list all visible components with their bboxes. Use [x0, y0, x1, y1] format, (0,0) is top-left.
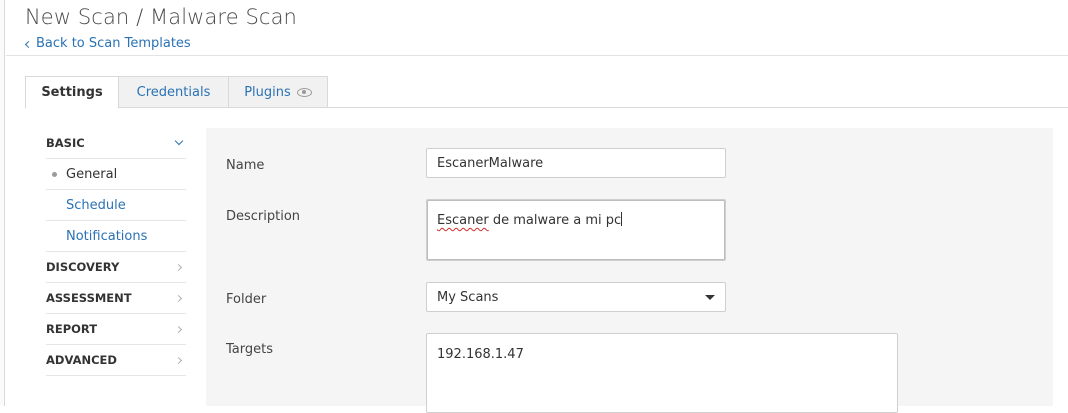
- eye-icon: [296, 87, 312, 97]
- folder-label: Folder: [226, 292, 267, 307]
- sidebar-item-general[interactable]: General: [46, 159, 186, 190]
- targets-value: 192.168.1.47: [437, 347, 524, 362]
- sidebar-item-label: Notifications: [66, 228, 148, 244]
- name-input[interactable]: EscanerMalware: [426, 148, 726, 178]
- chevron-right-icon: [174, 325, 183, 333]
- tab-settings-label: Settings: [41, 85, 103, 100]
- name-input-value: EscanerMalware: [437, 155, 544, 171]
- tab-credentials[interactable]: Credentials: [118, 76, 229, 108]
- chevron-right-icon: [174, 263, 183, 271]
- sidebar-item-notifications[interactable]: Notifications: [46, 221, 186, 252]
- chevron-left-icon: [24, 40, 33, 48]
- misspelled-word: Escaner: [437, 213, 489, 228]
- targets-label: Targets: [226, 342, 273, 357]
- description-label: Description: [226, 209, 301, 224]
- caret-down-icon: [705, 294, 715, 300]
- description-text: de malware a mi pc: [488, 213, 622, 228]
- name-label: Name: [226, 158, 265, 173]
- targets-textarea[interactable]: 192.168.1.47: [426, 333, 898, 413]
- sidebar-section-label: BASIC: [46, 136, 85, 150]
- sidebar-section-basic[interactable]: BASIC: [46, 128, 186, 159]
- tab-plugins[interactable]: Plugins: [228, 76, 328, 108]
- tab-plugins-label: Plugins: [244, 84, 291, 100]
- sidebar-item-schedule[interactable]: Schedule: [46, 190, 186, 221]
- chevron-right-icon: [174, 294, 183, 302]
- tab-bar: Settings Credentials Plugins: [25, 76, 328, 109]
- sidebar-section-label: ASSESSMENT: [46, 291, 132, 305]
- page-title: New Scan / Malware Scan: [25, 5, 297, 29]
- sidebar-section-advanced[interactable]: ADVANCED: [46, 345, 186, 376]
- description-textarea[interactable]: Escaner de malware a mi pc: [426, 199, 726, 261]
- sidebar-section-assessment[interactable]: ASSESSMENT: [46, 283, 186, 314]
- settings-sidebar: BASIC General Schedule Notifications DIS…: [46, 128, 186, 376]
- sidebar-section-label: REPORT: [46, 322, 98, 336]
- sidebar-section-label: ADVANCED: [46, 353, 117, 367]
- header-divider: [6, 55, 1068, 56]
- chevron-right-icon: [174, 356, 183, 364]
- left-rail: [0, 0, 5, 406]
- folder-select[interactable]: My Scans: [426, 282, 726, 312]
- back-to-templates-link[interactable]: Back to Scan Templates: [24, 36, 191, 51]
- sidebar-item-label: Schedule: [66, 197, 126, 213]
- chevron-down-icon: [174, 136, 184, 146]
- bullet-icon: [52, 172, 57, 177]
- sidebar-item-label: General: [66, 166, 118, 182]
- sidebar-section-discovery[interactable]: DISCOVERY: [46, 252, 186, 283]
- tab-credentials-label: Credentials: [136, 84, 211, 100]
- back-link-label: Back to Scan Templates: [36, 36, 191, 51]
- sidebar-section-report[interactable]: REPORT: [46, 314, 186, 345]
- sidebar-section-label: DISCOVERY: [46, 260, 120, 274]
- folder-select-value: My Scans: [437, 289, 499, 305]
- text-caret: [621, 212, 623, 226]
- tab-settings[interactable]: Settings: [25, 76, 119, 109]
